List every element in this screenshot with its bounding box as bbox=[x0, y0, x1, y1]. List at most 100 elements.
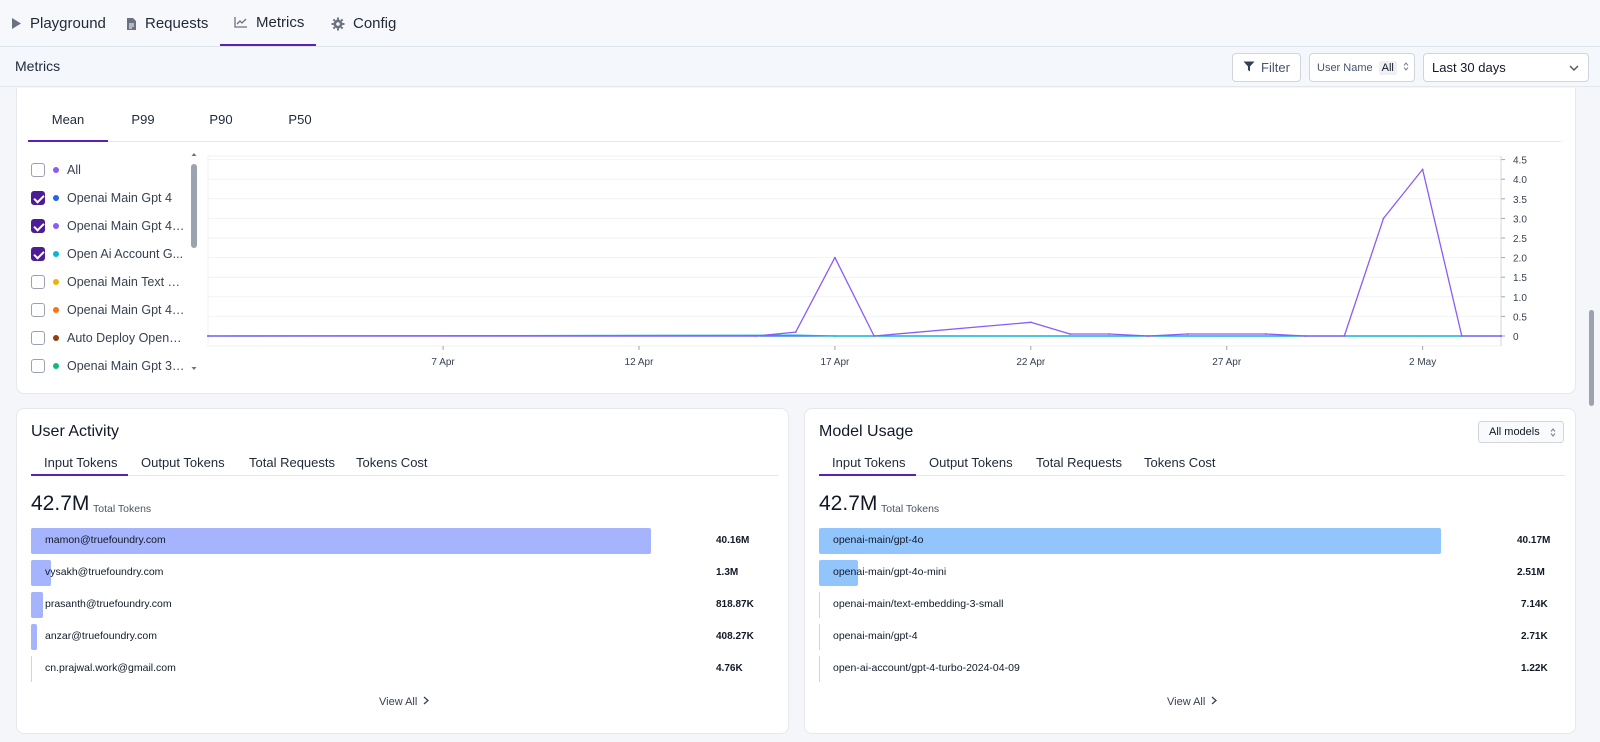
legend-item[interactable]: Open Ai Account G... bbox=[28, 244, 188, 264]
data-point bbox=[873, 335, 875, 337]
data-point bbox=[1186, 333, 1189, 335]
usage-value: 40.17M bbox=[1517, 535, 1551, 546]
legend-item[interactable]: Auto Deploy Opena... bbox=[28, 328, 188, 348]
latency-line-chart: 0 0.5 1.0 1.5 2.0 2.5 3.0 3.5 4.0 4.5 7 Apr 12 Apr 1… bbox=[207, 155, 1527, 368]
models-select-value: All models bbox=[1489, 426, 1540, 438]
y-tick-label: 4.0 bbox=[1513, 175, 1527, 186]
tab-p90[interactable]: P90 bbox=[196, 112, 246, 142]
legend-label: Openai Main Gpt 3 ... bbox=[67, 359, 185, 373]
view-all-link[interactable]: View All bbox=[379, 696, 430, 708]
checkbox[interactable] bbox=[31, 275, 45, 289]
filter-button[interactable]: Filter bbox=[1232, 53, 1301, 82]
tab-label: Mean bbox=[51, 112, 85, 127]
model-row[interactable]: openai-main/gpt-4o 40.17M bbox=[819, 528, 1550, 554]
model-row[interactable]: openai-main/gpt-4o-mini 2.51M bbox=[819, 560, 1545, 586]
user-row[interactable]: cn.prajwal.work@gmail.com 4.76K bbox=[31, 656, 743, 682]
tab-total-requests[interactable]: Total Requests bbox=[1036, 446, 1122, 476]
checkbox[interactable] bbox=[31, 219, 45, 233]
page-scrollbar-thumb[interactable] bbox=[1589, 310, 1594, 406]
usage-bar bbox=[31, 592, 44, 618]
usage-bar bbox=[819, 624, 820, 650]
legend-scrollbar[interactable] bbox=[190, 150, 198, 374]
document-icon bbox=[126, 17, 137, 31]
tab-requests[interactable]: Requests bbox=[126, 0, 208, 47]
chevron-down-icon bbox=[1568, 62, 1580, 77]
scroll-thumb[interactable] bbox=[191, 164, 197, 248]
data-point bbox=[1304, 335, 1306, 337]
tab-tokens-cost[interactable]: Tokens Cost bbox=[356, 446, 428, 476]
tab-playground[interactable]: Playground bbox=[11, 0, 106, 47]
user-email: cn.prajwal.work@gmail.com bbox=[45, 662, 176, 674]
user-email: anzar@truefoundry.com bbox=[45, 630, 158, 642]
models-select[interactable]: All models bbox=[1478, 421, 1564, 443]
data-point bbox=[1421, 168, 1424, 171]
user-name-select[interactable]: User Name All bbox=[1309, 53, 1415, 82]
date-range-select[interactable]: Last 30 days bbox=[1423, 53, 1589, 82]
model-name: open-ai-account/gpt-4-turbo-2024-04-09 bbox=[833, 662, 1020, 674]
tab-p99[interactable]: P99 bbox=[118, 112, 168, 142]
checkbox[interactable] bbox=[31, 359, 45, 373]
legend-label: All bbox=[67, 163, 81, 177]
tab-total-requests[interactable]: Total Requests bbox=[249, 446, 335, 476]
data-point bbox=[207, 335, 209, 337]
model-name: openai-main/gpt-4o-mini bbox=[833, 566, 947, 578]
user-email: mamon@truefoundry.com bbox=[45, 534, 166, 546]
legend-item[interactable]: Openai Main Gpt 4 O bbox=[28, 216, 188, 236]
user-activity-card: User Activity Input Tokens Output Tokens… bbox=[16, 408, 789, 734]
usage-bar bbox=[31, 656, 32, 682]
total-tokens-value: 42.7M bbox=[819, 492, 878, 515]
x-tick-label: 7 Apr bbox=[431, 357, 455, 368]
legend-item[interactable]: Openai Main Text E... bbox=[28, 272, 188, 292]
x-tick-label: 22 Apr bbox=[1016, 357, 1046, 368]
updown-icon bbox=[1550, 428, 1556, 440]
y-tick-label: 3.0 bbox=[1513, 214, 1527, 225]
user-row[interactable]: vysakh@truefoundry.com 1.3M bbox=[31, 560, 738, 586]
usage-value: 4.76K bbox=[716, 663, 743, 674]
model-usage-tabs: Input Tokens Output Tokens Total Request… bbox=[819, 446, 1565, 476]
data-point bbox=[834, 335, 836, 337]
tab-input-tokens[interactable]: Input Tokens bbox=[819, 446, 916, 476]
checkbox[interactable] bbox=[31, 247, 45, 261]
checkbox[interactable] bbox=[31, 163, 45, 177]
top-navigation: Playground Requests Metrics Config bbox=[0, 0, 1600, 47]
tab-mean[interactable]: Mean bbox=[28, 112, 108, 142]
data-point bbox=[1069, 333, 1071, 335]
model-row[interactable]: openai-main/gpt-4 2.71K bbox=[819, 624, 1548, 650]
model-name: openai-main/text-embedding-3-small bbox=[833, 598, 1004, 610]
date-range-value: Last 30 days bbox=[1432, 60, 1506, 75]
user-email: vysakh@truefoundry.com bbox=[45, 566, 164, 578]
tab-config[interactable]: Config bbox=[331, 0, 396, 47]
tab-input-tokens[interactable]: Input Tokens bbox=[31, 446, 128, 476]
panel-title: Model Usage bbox=[819, 423, 914, 440]
user-row[interactable]: mamon@truefoundry.com 40.16M bbox=[31, 528, 749, 554]
model-row[interactable]: openai-main/text-embedding-3-small 7.14K bbox=[819, 592, 1548, 618]
usage-value: 2.71K bbox=[1521, 631, 1548, 642]
user-row[interactable]: prasanth@truefoundry.com 818.87K bbox=[31, 592, 754, 618]
legend-item[interactable]: Openai Main Gpt 4 bbox=[28, 188, 188, 208]
model-usage-card: Model Usage All models Input Tokens Outp… bbox=[804, 408, 1576, 734]
x-tick-label: 27 Apr bbox=[1212, 357, 1242, 368]
legend-item[interactable]: Openai Main Gpt 3 ... bbox=[28, 356, 188, 376]
data-point bbox=[1460, 335, 1463, 337]
play-icon bbox=[11, 17, 22, 30]
tab-output-tokens[interactable]: Output Tokens bbox=[141, 446, 225, 476]
user-row[interactable]: anzar@truefoundry.com 408.27K bbox=[31, 624, 754, 650]
tab-metrics[interactable]: Metrics bbox=[220, 0, 316, 46]
y-tick-label: 0 bbox=[1513, 332, 1519, 343]
percentile-tabs: Mean P99 P90 P50 bbox=[28, 112, 1561, 142]
checkbox[interactable] bbox=[31, 303, 45, 317]
tab-p50[interactable]: P50 bbox=[275, 112, 325, 142]
total-tokens-value: 42.7M bbox=[31, 492, 90, 515]
checkbox[interactable] bbox=[31, 331, 45, 345]
tab-output-tokens[interactable]: Output Tokens bbox=[929, 446, 1013, 476]
user-name-value: All bbox=[1378, 60, 1397, 75]
legend-item[interactable]: Openai Main Gpt 4 ... bbox=[28, 300, 188, 320]
model-name: openai-main/gpt-4o bbox=[833, 534, 924, 546]
view-all-label: View All bbox=[379, 696, 418, 708]
tab-label: Tokens Cost bbox=[356, 455, 428, 470]
model-row[interactable]: open-ai-account/gpt-4-turbo-2024-04-09 1… bbox=[819, 656, 1548, 682]
legend-item-all[interactable]: All bbox=[28, 160, 188, 180]
checkbox[interactable] bbox=[31, 191, 45, 205]
view-all-link[interactable]: View All bbox=[1167, 696, 1218, 708]
tab-tokens-cost[interactable]: Tokens Cost bbox=[1144, 446, 1216, 476]
